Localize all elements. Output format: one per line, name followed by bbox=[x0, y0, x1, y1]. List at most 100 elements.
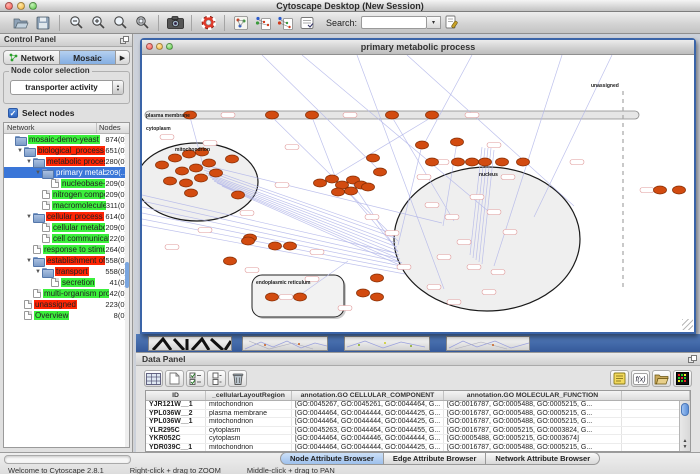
new-attr-icon[interactable] bbox=[165, 370, 184, 387]
table-scrollbar[interactable]: ▲▼ bbox=[679, 401, 690, 451]
expand-arrow-icon[interactable]: ▼ bbox=[16, 148, 24, 154]
edge[interactable] bbox=[142, 213, 401, 266]
graph-node[interactable] bbox=[232, 191, 245, 199]
help-icon[interactable] bbox=[197, 14, 219, 32]
tree-row[interactable]: response to stimul264(0) bbox=[4, 244, 129, 255]
node-color-dropdown[interactable]: transporter activity ▲▼ bbox=[10, 80, 124, 95]
tree-row[interactable]: ▼transport558(0) bbox=[4, 266, 129, 277]
tab-mosaic[interactable]: Mosaic bbox=[60, 51, 116, 64]
import-attrs-icon[interactable] bbox=[652, 370, 671, 387]
zoom-fit-icon[interactable] bbox=[109, 14, 131, 32]
select-attrs-icon[interactable] bbox=[186, 370, 205, 387]
tabs-overflow-button[interactable]: ▶ bbox=[116, 51, 129, 64]
tree-row[interactable]: ▼cellular process614(0) bbox=[4, 211, 129, 222]
expand-arrow-icon[interactable]: ▼ bbox=[25, 258, 33, 264]
graph-node[interactable] bbox=[269, 242, 282, 250]
graph-node[interactable] bbox=[284, 242, 297, 250]
zoom-in-icon[interactable] bbox=[87, 14, 109, 32]
tree-row[interactable]: secretion41(0) bbox=[4, 277, 129, 288]
resize-grip[interactable] bbox=[682, 319, 693, 330]
unselect-attrs-icon[interactable] bbox=[207, 370, 226, 387]
background-network-window[interactable] bbox=[344, 336, 430, 351]
tree-row[interactable]: ▼establishment of lo558(0) bbox=[4, 255, 129, 266]
tree-row[interactable]: Overview8(0) bbox=[4, 310, 129, 321]
graph-node[interactable] bbox=[176, 167, 189, 175]
tree-row[interactable]: cellular metabo209(0) bbox=[4, 222, 129, 233]
background-network-window[interactable] bbox=[242, 336, 328, 351]
column-header[interactable]: ID bbox=[146, 391, 206, 400]
table-row[interactable]: YKR052Ccytoplasm[GO:0044464, GO:0044446,… bbox=[146, 435, 690, 444]
table-row[interactable]: YPL036W__2plasma membrane[GO:0044464, GO… bbox=[146, 410, 690, 419]
tree-row[interactable]: cell communicat22(0) bbox=[4, 233, 129, 244]
expand-arrow-icon[interactable]: ▼ bbox=[34, 170, 42, 176]
graph-node[interactable] bbox=[156, 161, 169, 169]
graph-node[interactable] bbox=[362, 183, 375, 191]
import-network-icon[interactable] bbox=[252, 14, 274, 32]
network-window-titlebar[interactable]: primary metabolic process bbox=[142, 40, 694, 55]
tree-row[interactable]: mosaic-demo-yeast874(0) bbox=[4, 134, 129, 145]
graph-node[interactable] bbox=[266, 293, 279, 301]
graph-node[interactable] bbox=[226, 155, 239, 163]
select-nodes-checkbox[interactable]: ✓ bbox=[8, 108, 18, 118]
tree-row[interactable]: nitrogen compo209(0) bbox=[4, 189, 129, 200]
tab-network[interactable]: Network bbox=[4, 51, 60, 64]
heatmap-icon[interactable] bbox=[673, 370, 692, 387]
float-panel-icon[interactable] bbox=[688, 355, 697, 363]
snapshot-icon[interactable] bbox=[164, 14, 186, 32]
graph-node[interactable] bbox=[242, 237, 255, 245]
graph-node[interactable] bbox=[195, 174, 208, 182]
column-header[interactable]: _cellularLayoutRegion bbox=[206, 391, 292, 400]
graph-node[interactable] bbox=[374, 168, 387, 176]
tree-row[interactable]: ▼primary metabo209(... bbox=[4, 167, 129, 178]
edge[interactable] bbox=[534, 55, 612, 217]
zoom-selected-icon[interactable] bbox=[131, 14, 153, 32]
tab-node-attribute-browser[interactable]: Node Attribute Browser bbox=[280, 452, 384, 465]
graph-node[interactable] bbox=[294, 293, 307, 301]
tree-row[interactable]: macromolecule311(0) bbox=[4, 200, 129, 211]
edge[interactable] bbox=[142, 207, 399, 262]
tree-row[interactable]: unassigned223(0) bbox=[4, 299, 129, 310]
graph-node[interactable] bbox=[673, 186, 686, 194]
graph-node[interactable] bbox=[326, 175, 339, 183]
delete-attr-icon[interactable] bbox=[228, 370, 247, 387]
export-network-icon[interactable] bbox=[274, 14, 296, 32]
graph-node[interactable] bbox=[367, 154, 380, 162]
expand-arrow-icon[interactable]: ▼ bbox=[25, 159, 33, 165]
graph-node[interactable] bbox=[306, 111, 319, 119]
background-network-window[interactable] bbox=[446, 336, 530, 351]
graph-node[interactable] bbox=[332, 188, 345, 196]
tree-scrollbar[interactable] bbox=[125, 134, 129, 447]
edge[interactable] bbox=[302, 55, 488, 211]
graph-node[interactable] bbox=[479, 158, 492, 166]
table-row[interactable]: YLR295Ccytoplasm[GO:0045263, GO:0044464,… bbox=[146, 427, 690, 436]
graph-node[interactable] bbox=[169, 154, 182, 162]
graph-node[interactable] bbox=[517, 158, 530, 166]
graph-node[interactable] bbox=[266, 111, 279, 119]
graph-node[interactable] bbox=[386, 111, 399, 119]
open-icon[interactable] bbox=[10, 14, 32, 32]
column-header[interactable]: annotation.GO MOLECULAR_FUNCTION bbox=[444, 391, 622, 400]
graph-node[interactable] bbox=[185, 189, 198, 197]
graph-node[interactable] bbox=[210, 169, 223, 177]
annotation-form-icon[interactable] bbox=[296, 14, 318, 32]
search-config-icon[interactable] bbox=[441, 14, 463, 32]
network-icon[interactable] bbox=[230, 14, 252, 32]
table-row[interactable]: YDR039C__1mitochondrion[GO:0044464, GO:0… bbox=[146, 444, 690, 452]
tab-network-attribute-browser[interactable]: Network Attribute Browser bbox=[486, 452, 600, 465]
function-builder-icon[interactable]: f(x) bbox=[631, 370, 650, 387]
table-row[interactable]: YJR121W__1mitochondrion[GO:0045267, GO:0… bbox=[146, 401, 690, 410]
graph-node[interactable] bbox=[180, 179, 193, 187]
tab-edge-attribute-browser[interactable]: Edge Attribute Browser bbox=[384, 452, 486, 465]
graph-node[interactable] bbox=[496, 158, 509, 166]
edge[interactable] bbox=[312, 117, 338, 184]
graph-node[interactable] bbox=[190, 164, 203, 172]
graph-node[interactable] bbox=[654, 186, 667, 194]
search-dropdown-arrow[interactable]: ▾ bbox=[427, 16, 441, 29]
attr-table-icon[interactable] bbox=[144, 370, 163, 387]
tree-row[interactable]: ▼metabolic process280(0) bbox=[4, 156, 129, 167]
search-input[interactable] bbox=[361, 16, 427, 29]
expand-arrow-icon[interactable]: ▼ bbox=[34, 269, 42, 275]
save-icon[interactable] bbox=[32, 14, 54, 32]
tree-row[interactable]: multi-organism pro42(0) bbox=[4, 288, 129, 299]
expand-arrow-icon[interactable]: ▼ bbox=[25, 214, 33, 220]
